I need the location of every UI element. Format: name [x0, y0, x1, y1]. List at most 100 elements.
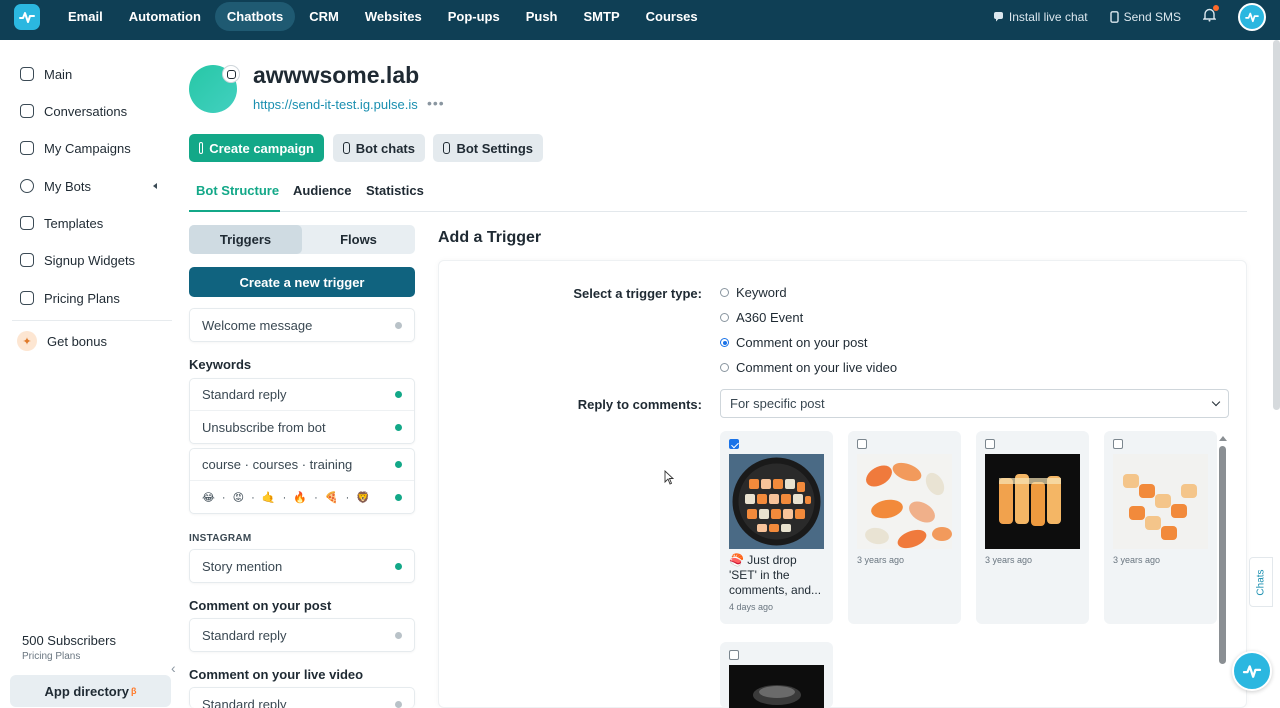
post-card[interactable]: 🍣 Just drop 'SET' in the comments, and..… [720, 431, 833, 624]
instagram-icon [222, 65, 240, 83]
select-value: For specific post [730, 396, 825, 411]
app-directory-label: App directory [44, 683, 129, 699]
main-icon [20, 67, 34, 81]
comment-live-list: Standard reply [189, 687, 415, 708]
list-item-story-mention[interactable]: Story mention [190, 550, 414, 582]
post-card[interactable]: 3 years ago [848, 431, 961, 624]
chats-side-tab[interactable]: Chats [1249, 557, 1273, 607]
bot-name: awwwsome.lab [253, 62, 420, 88]
sidebar-item-get-bonus[interactable]: ✦ Get bonus [17, 331, 107, 351]
tab-bot-structure[interactable]: Bot Structure [189, 176, 280, 212]
radio-comment-on-live-video[interactable]: Comment on your live video [720, 360, 897, 375]
sidebar-item-conversations[interactable]: Conversations [20, 101, 127, 121]
list-item-comment-post-reply[interactable]: Standard reply [190, 619, 414, 651]
tab-statistics[interactable]: Statistics [366, 176, 424, 212]
sidebar-item-label: Signup Widgets [44, 252, 136, 268]
status-dot [395, 700, 402, 708]
post-checkbox[interactable] [857, 439, 867, 449]
post-card[interactable] [720, 642, 833, 708]
nav-popups[interactable]: Pop-ups [436, 2, 512, 31]
list-item-keyword[interactable]: 😂 · 😡 · 🤙 · 🔥 · 🍕 · 🦁 [190, 481, 414, 513]
sidebar-item-my-bots[interactable]: My Bots [20, 176, 91, 196]
pricing-icon [20, 291, 34, 305]
templates-icon [20, 216, 34, 230]
post-thumbnail [857, 454, 952, 549]
bot-tabs: Bot Structure Audience Statistics [189, 176, 1247, 212]
comment-live-heading: Comment on your live video [189, 667, 364, 682]
my-bots-caret-icon[interactable] [153, 183, 157, 189]
sidebar-item-my-campaigns[interactable]: My Campaigns [20, 138, 131, 158]
sidebar-item-signup-widgets[interactable]: Signup Widgets [20, 250, 135, 270]
send-sms-label: Send SMS [1123, 9, 1181, 24]
sidebar-item-pricing-plans[interactable]: Pricing Plans [20, 288, 120, 308]
page-scrollbar[interactable] [1273, 40, 1280, 410]
status-dot [395, 562, 402, 570]
create-campaign-button[interactable]: Create campaign [189, 134, 324, 162]
nav-push[interactable]: Push [514, 2, 570, 31]
top-navigation-bar: Email Automation Chatbots CRM Websites P… [0, 0, 1280, 40]
install-live-chat-link[interactable]: Install live chat [993, 10, 1088, 24]
notifications-bell-icon[interactable] [1202, 5, 1219, 25]
trigger-type-label: Select a trigger type: [573, 286, 702, 301]
nav-email[interactable]: Email [56, 2, 115, 31]
nav-crm[interactable]: CRM [297, 2, 351, 31]
post-checkbox[interactable] [1113, 439, 1123, 449]
bot-url-link[interactable]: https://send-it-test.ig.pulse.is [253, 97, 418, 112]
list-item-welcome-message[interactable]: Welcome message [190, 309, 414, 341]
sidebar-item-main[interactable]: Main [20, 64, 72, 84]
nav-courses[interactable]: Courses [634, 2, 710, 31]
list-item-keyword[interactable]: Standard reply [190, 379, 414, 411]
reply-to-comments-select[interactable]: For specific post [720, 389, 1229, 418]
app-directory-button[interactable]: App directory β [10, 675, 171, 707]
support-chat-button[interactable] [1232, 651, 1272, 691]
radio-comment-on-post[interactable]: Comment on your post [720, 335, 868, 350]
sidebar: Main Conversations My Campaigns My Bots … [0, 40, 180, 708]
post-card[interactable]: 3 years ago [976, 431, 1089, 624]
nav-websites[interactable]: Websites [353, 2, 434, 31]
list-item-comment-live-reply[interactable]: Standard reply [190, 688, 414, 708]
list-item-label: Unsubscribe from bot [202, 419, 326, 435]
post-checkbox[interactable] [729, 650, 739, 660]
send-sms-link[interactable]: Send SMS [1109, 9, 1181, 24]
posts-scrollbar[interactable] [1219, 446, 1226, 664]
user-avatar[interactable] [1238, 2, 1266, 31]
post-card[interactable]: 3 years ago [1104, 431, 1217, 624]
create-new-trigger-button[interactable]: Create a new trigger [189, 267, 415, 297]
nav-automation[interactable]: Automation [117, 2, 213, 31]
sendpulse-logo[interactable] [14, 4, 40, 30]
post-caption: 🍣 Just drop 'SET' in the comments, and..… [729, 553, 822, 597]
subscribers-count: 500 Subscribers [22, 633, 116, 648]
sidebar-item-label: My Bots [44, 178, 91, 194]
nav-smtp[interactable]: SMTP [572, 2, 632, 31]
more-options-icon[interactable]: ••• [427, 95, 445, 111]
subscriber-plan-info[interactable]: 500 Subscribers Pricing Plans [22, 633, 116, 662]
segment-triggers[interactable]: Triggers [189, 225, 302, 254]
bot-settings-button[interactable]: Bot Settings [433, 134, 543, 162]
list-item-label: 😂 · 😡 · 🤙 · 🔥 · 🍕 · 🦁 [202, 491, 372, 504]
list-item-label: Standard reply [202, 627, 287, 643]
post-age: 3 years ago [1113, 555, 1161, 565]
radio-keyword[interactable]: Keyword [720, 285, 787, 300]
add-trigger-title: Add a Trigger [438, 229, 542, 246]
radio-circle [720, 288, 729, 297]
post-checkbox-checked[interactable] [729, 439, 739, 449]
sidebar-item-label: My Campaigns [44, 140, 131, 156]
post-checkbox[interactable] [985, 439, 995, 449]
list-item-keyword[interactable]: course · courses · training [190, 449, 414, 481]
notification-dot [1213, 5, 1219, 11]
radio-a360-event[interactable]: A360 Event [720, 310, 803, 325]
pricing-plans-link[interactable]: Pricing Plans [22, 651, 116, 662]
chevron-down-icon [1211, 397, 1221, 407]
list-item-keyword[interactable]: Unsubscribe from bot [190, 411, 414, 443]
post-age: 4 days ago [729, 602, 774, 612]
sidebar-item-label: Main [44, 66, 73, 82]
post-age: 3 years ago [857, 555, 905, 565]
posts-scroll-up-icon[interactable] [1219, 436, 1227, 441]
collapse-sidebar-icon[interactable]: ‹ [171, 660, 176, 676]
sidebar-item-templates[interactable]: Templates [20, 213, 103, 233]
bot-chats-button[interactable]: Bot chats [333, 134, 425, 162]
segment-flows[interactable]: Flows [302, 225, 415, 254]
nav-chatbots[interactable]: Chatbots [214, 2, 296, 31]
status-dot [395, 493, 402, 501]
tab-audience[interactable]: Audience [293, 176, 352, 212]
